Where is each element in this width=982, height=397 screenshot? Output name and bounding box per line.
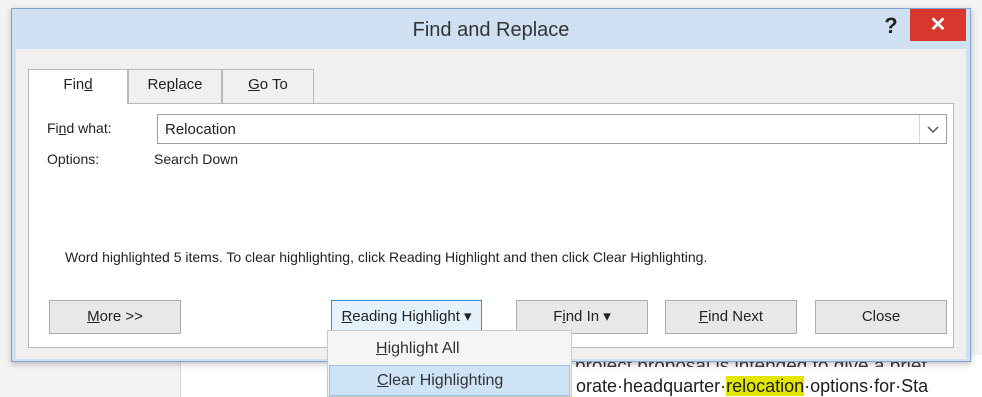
dialog-content: Find Replace Go To Find what: Relocation… bbox=[16, 49, 966, 359]
find-what-input[interactable]: Relocation bbox=[157, 114, 947, 144]
find-replace-dialog: Find and Replace ? ✕ Find Replace Go To … bbox=[11, 8, 971, 362]
find-in-button[interactable]: Find In ▾ bbox=[516, 300, 648, 334]
tab-goto[interactable]: Go To bbox=[222, 69, 314, 103]
chevron-down-icon[interactable] bbox=[919, 115, 946, 143]
options-label: Options: bbox=[47, 151, 100, 167]
find-what-label: Find what: bbox=[47, 120, 112, 136]
find-what-value: Relocation bbox=[165, 121, 236, 138]
find-panel: Find what: Relocation Options: Search Do… bbox=[28, 103, 954, 348]
close-button[interactable]: Close bbox=[815, 300, 947, 334]
close-window-button[interactable]: ✕ bbox=[910, 9, 966, 41]
tab-find[interactable]: Find bbox=[28, 69, 128, 104]
menu-item-highlight-all[interactable]: Highlight All bbox=[329, 334, 570, 365]
options-value: Search Down bbox=[154, 151, 239, 167]
reading-highlight-button[interactable]: Reading Highlight ▾ bbox=[331, 300, 482, 334]
title-bar[interactable]: Find and Replace ? ✕ bbox=[12, 9, 970, 53]
reading-highlight-menu: Highlight All Clear Highlighting bbox=[327, 330, 572, 397]
more-button[interactable]: More >> bbox=[49, 300, 181, 334]
document-text-line: orate·headquarter·relocation·options·for… bbox=[576, 376, 929, 396]
window-title: Find and Replace bbox=[412, 19, 570, 41]
highlighted-word: relocation bbox=[726, 376, 805, 396]
status-message: Word highlighted 5 items. To clear highl… bbox=[65, 249, 708, 265]
tab-replace[interactable]: Replace bbox=[128, 69, 222, 103]
menu-item-clear-highlighting[interactable]: Clear Highlighting bbox=[329, 365, 570, 396]
find-next-button[interactable]: Find Next bbox=[665, 300, 797, 334]
help-button[interactable]: ? bbox=[876, 11, 906, 41]
